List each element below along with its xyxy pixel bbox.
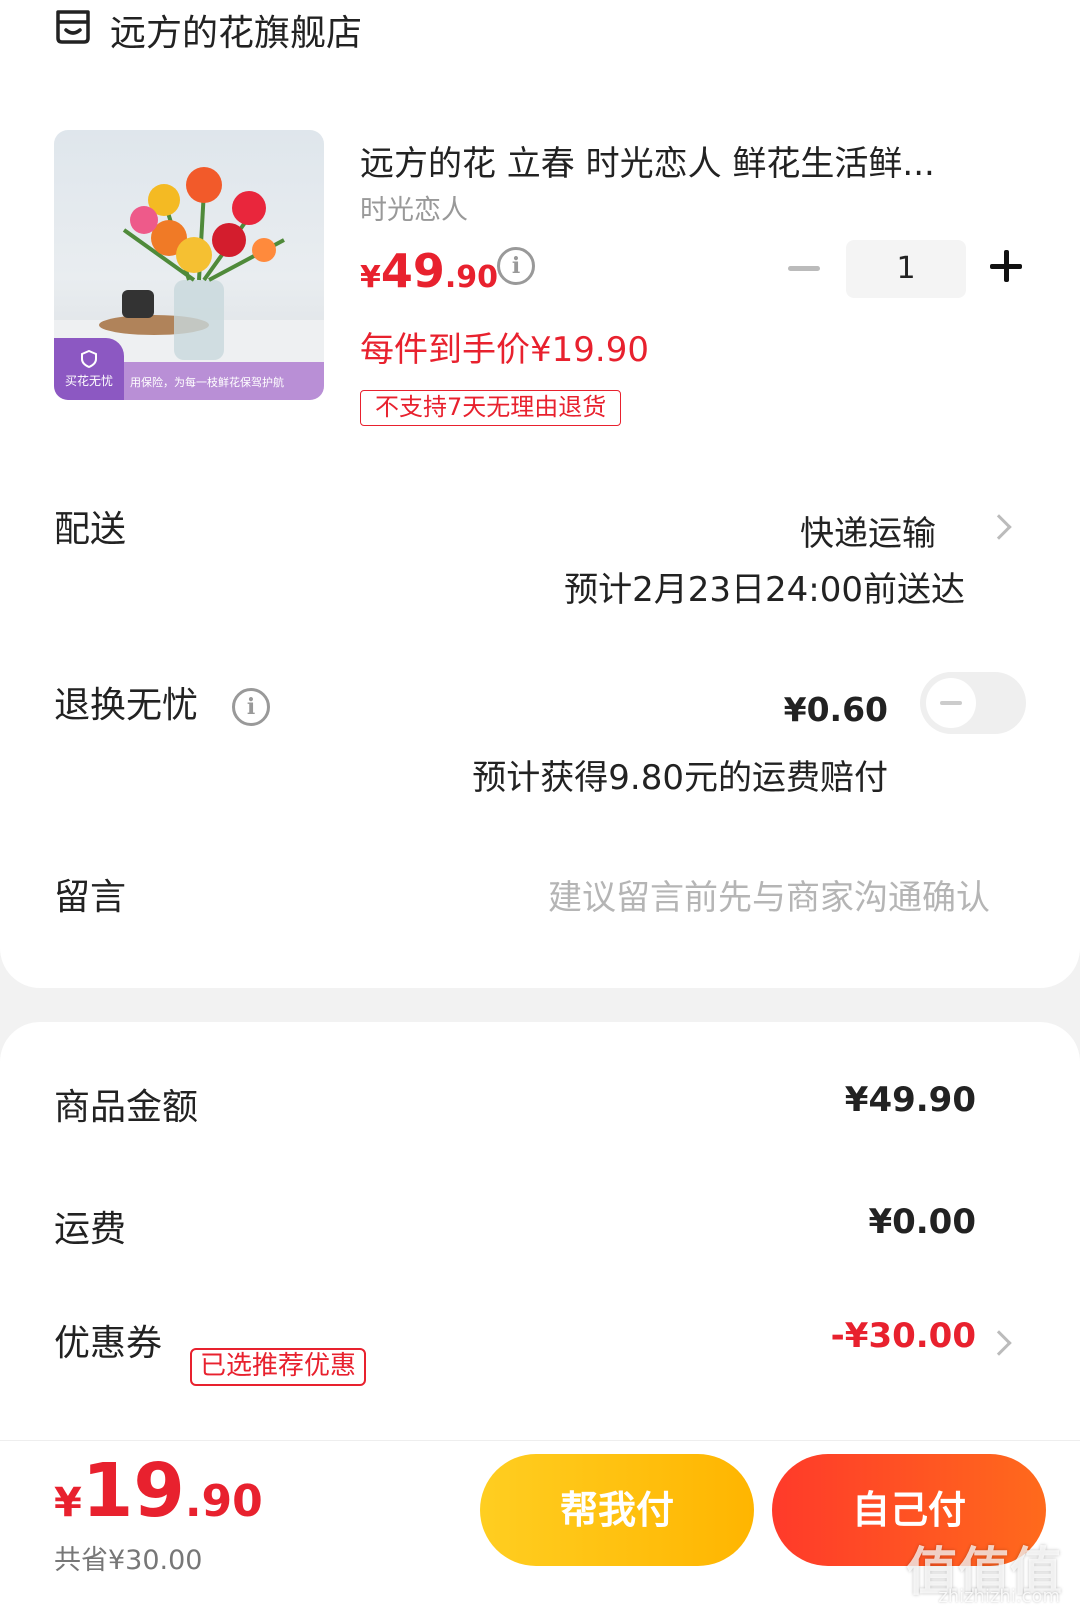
return-insurance-compensation: 预计获得9.80元的运费赔付 bbox=[472, 758, 888, 798]
total-symbol: ¥ bbox=[54, 1480, 82, 1526]
store-icon[interactable] bbox=[54, 8, 92, 46]
product-title[interactable]: 远方的花 立春 时光恋人 鲜花生活鲜... bbox=[360, 136, 1010, 185]
help-me-pay-button[interactable]: 帮我付 bbox=[480, 1454, 754, 1566]
shipping-fee-value: ¥0.00 bbox=[868, 1202, 976, 1242]
shield-icon bbox=[81, 350, 97, 368]
total-decimal: .90 bbox=[184, 1476, 263, 1527]
product-price: ¥49.90 bbox=[360, 244, 498, 298]
goods-amount-label: 商品金额 bbox=[54, 1087, 199, 1128]
return-insurance-toggle[interactable] bbox=[920, 672, 1026, 734]
quantity-decrease-button[interactable] bbox=[788, 266, 820, 271]
return-insurance-price: ¥0.60 bbox=[783, 690, 888, 729]
price-decimal: .90 bbox=[444, 260, 499, 295]
message-label: 留言 bbox=[54, 877, 127, 918]
product-image[interactable]: 用保险，为每一枝鲜花保驾护航 买花无忧 bbox=[54, 130, 324, 400]
unit-final-price: 每件到手价¥19.90 bbox=[360, 330, 649, 370]
price-info-icon[interactable]: i bbox=[497, 247, 535, 285]
store-name[interactable]: 远方的花旗舰店 bbox=[110, 4, 362, 56]
insurance-badge-label: 买花无忧 bbox=[64, 374, 113, 388]
message-input[interactable]: 建议留言前先与商家沟通确认 bbox=[548, 870, 990, 919]
shipping-fee-label: 运费 bbox=[54, 1209, 127, 1250]
coupon-label: 优惠券 bbox=[54, 1323, 163, 1364]
quantity-input[interactable]: 1 bbox=[846, 240, 966, 298]
insurance-badge: 买花无忧 bbox=[54, 338, 124, 400]
delivery-method[interactable]: 快递运输 bbox=[800, 506, 936, 555]
goods-amount-value: ¥49.90 bbox=[844, 1080, 976, 1120]
quantity-increase-button[interactable] bbox=[986, 246, 1026, 286]
total-price: ¥19.90 bbox=[54, 1448, 263, 1534]
insurance-banner-text: 用保险，为每一枝鲜花保驾护航 bbox=[130, 376, 284, 389]
total-integer: 19 bbox=[81, 1448, 185, 1534]
delivery-label: 配送 bbox=[54, 509, 127, 550]
delivery-eta: 预计2月23日24:00前送达 bbox=[564, 570, 965, 610]
watermark-url: zhizhizhi.com bbox=[938, 1586, 1060, 1607]
coupon-discount-value[interactable]: -¥30.00 bbox=[831, 1316, 976, 1356]
coupon-recommended-tag: 已选推荐优惠 bbox=[190, 1348, 367, 1386]
price-integer: 49 bbox=[380, 244, 445, 298]
return-policy-tag: 不支持7天无理由退货 bbox=[360, 390, 622, 426]
product-variant[interactable]: 时光恋人 bbox=[360, 188, 468, 227]
return-insurance-label: 退换无忧 bbox=[54, 685, 199, 726]
return-insurance-info-icon[interactable]: i bbox=[232, 688, 270, 726]
toggle-knob bbox=[926, 678, 976, 728]
price-symbol: ¥ bbox=[360, 260, 381, 295]
total-saved: 共省¥30.00 bbox=[54, 1545, 203, 1576]
